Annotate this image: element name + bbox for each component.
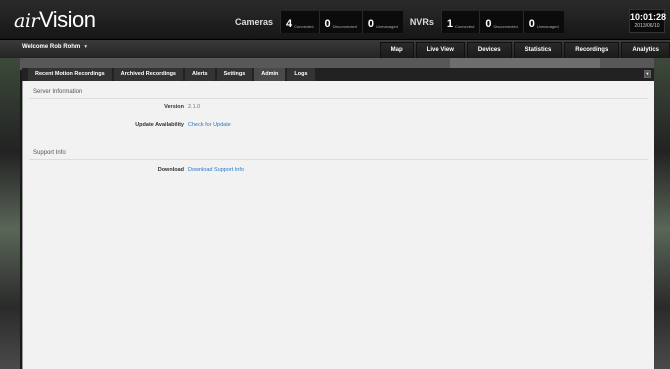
tab-recent-motion-recordings[interactable]: Recent Motion Recordings bbox=[28, 68, 112, 81]
logo-suffix: Vision bbox=[39, 7, 96, 32]
nvrs-connected-count: 1 bbox=[446, 18, 453, 30]
cameras-disconnected-count: 0 bbox=[324, 18, 331, 30]
nav-devices[interactable]: Devices bbox=[466, 42, 512, 58]
nvrs-unmanaged-count: 0 bbox=[528, 18, 535, 30]
cameras-status[interactable]: Cameras 4 Connected 0 Disconnected 0 Unm… bbox=[228, 11, 403, 33]
admin-tab-bar: Recent Motion Recordings Archived Record… bbox=[22, 68, 654, 81]
chevron-down-icon: ▼ bbox=[83, 44, 89, 50]
clock-time: 10:01:28 bbox=[630, 12, 667, 22]
tab-logs[interactable]: Logs bbox=[287, 68, 315, 81]
welcome-text: Welcome Rob Rohm bbox=[22, 44, 81, 50]
cameras-connected: 4 Connected bbox=[280, 11, 319, 33]
download-label: Download bbox=[157, 167, 184, 173]
tab-admin[interactable]: Admin bbox=[254, 68, 286, 81]
nav-live-view[interactable]: Live View bbox=[415, 42, 465, 58]
nvrs-status[interactable]: NVRs 1 Connected 0 Disconnected 0 Unmana… bbox=[403, 11, 564, 33]
clock-date: 2013/06/10 bbox=[634, 23, 660, 29]
chevron-down-icon: ▼ bbox=[645, 71, 650, 76]
check-for-update-link[interactable]: Check for Update bbox=[188, 122, 231, 128]
clock: 10:01:28 2013/06/10 bbox=[629, 9, 667, 33]
version-label: Version bbox=[164, 104, 184, 110]
background-camera-strip-left bbox=[0, 58, 20, 369]
status-summary: Cameras 4 Connected 0 Disconnected 0 Unm… bbox=[228, 11, 564, 33]
nvrs-disconnected-count: 0 bbox=[485, 18, 492, 30]
tab-settings[interactable]: Settings bbox=[216, 68, 253, 81]
support-info-heading: Support Info bbox=[33, 150, 66, 156]
main-nav: Map Live View Devices Statistics Recordi… bbox=[379, 42, 670, 58]
top-header: airVision Cameras 4 Connected 0 Disconne… bbox=[0, 0, 670, 40]
download-row: Download Download Support Info bbox=[23, 167, 643, 177]
tab-alerts[interactable]: Alerts bbox=[185, 68, 215, 81]
admin-panel: Server Information Version 2.1.0 Update … bbox=[22, 81, 654, 369]
logo-prefix: air bbox=[14, 10, 40, 32]
nvrs-title: NVRs bbox=[409, 17, 434, 27]
panel-toggle-button[interactable]: ▼ bbox=[644, 70, 651, 78]
divider bbox=[29, 159, 648, 160]
cameras-connected-count: 4 bbox=[286, 18, 293, 30]
airvision-logo[interactable]: airVision bbox=[14, 8, 96, 33]
version-value: 2.1.0 bbox=[188, 104, 201, 110]
update-row: Update Availability Check for Update bbox=[23, 122, 643, 132]
cameras-disconnected: 0 Disconnected bbox=[318, 11, 362, 33]
update-availability-label: Update Availability bbox=[135, 122, 184, 128]
nav-map[interactable]: Map bbox=[379, 42, 414, 58]
download-support-info-link[interactable]: Download Support Info bbox=[188, 167, 244, 173]
cameras-title: Cameras bbox=[235, 17, 274, 27]
nvrs-unmanaged-label: Unmanaged bbox=[536, 24, 559, 29]
cameras-disconnected-label: Disconnected bbox=[332, 24, 357, 29]
version-row: Version 2.1.0 bbox=[23, 104, 643, 114]
cameras-unmanaged: 0 Unmanaged bbox=[361, 11, 403, 33]
nav-analytics[interactable]: Analytics bbox=[621, 42, 670, 58]
cameras-unmanaged-label: Unmanaged bbox=[376, 24, 398, 29]
nvrs-connected: 1 Connected bbox=[440, 11, 480, 33]
nvrs-disconnected: 0 Disconnected bbox=[479, 11, 523, 33]
user-menu[interactable]: Welcome Rob Rohm ▼ bbox=[22, 44, 88, 50]
nav-recordings[interactable]: Recordings bbox=[564, 42, 620, 58]
nvrs-connected-label: Connected bbox=[454, 24, 475, 29]
cameras-unmanaged-count: 0 bbox=[367, 18, 375, 30]
nvrs-disconnected-label: Disconnected bbox=[493, 24, 518, 29]
tab-archived-recordings[interactable]: Archived Recordings bbox=[113, 68, 183, 81]
server-info-heading: Server Information bbox=[33, 89, 83, 95]
background-camera-strip-right bbox=[654, 58, 670, 369]
nvrs-unmanaged: 0 Unmanaged bbox=[522, 11, 564, 33]
divider bbox=[29, 98, 648, 99]
tabs: Recent Motion Recordings Archived Record… bbox=[28, 68, 315, 81]
main-navbar: Welcome Rob Rohm ▼ Map Live View Devices … bbox=[0, 40, 670, 58]
cameras-connected-label: Connected bbox=[294, 24, 314, 29]
nav-statistics[interactable]: Statistics bbox=[513, 42, 563, 58]
